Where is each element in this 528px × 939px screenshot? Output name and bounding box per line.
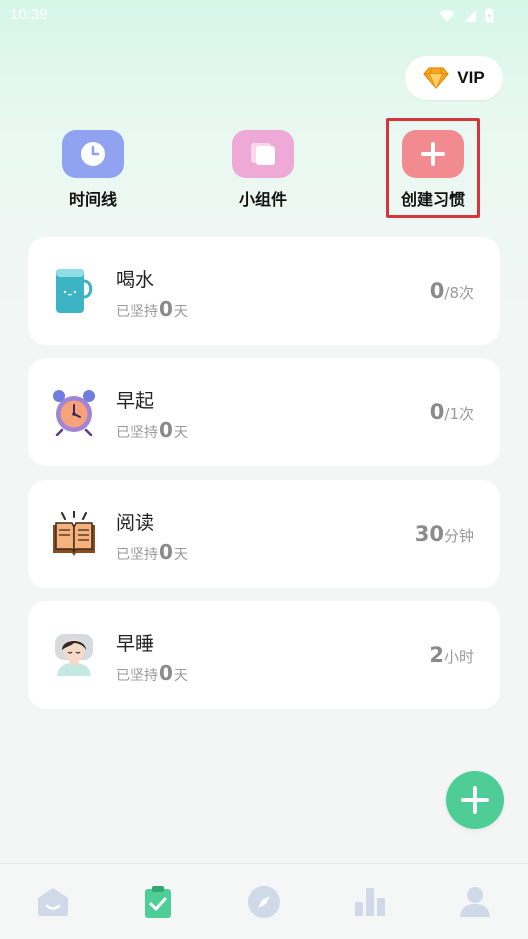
habit-card-water[interactable]: 喝水 已坚持 0 天 0 /8次 [28,237,500,345]
streak-suffix: 天 [173,547,188,563]
bottom-nav [0,863,528,939]
timeline-label: 时间线 [68,190,117,209]
habit-goal: 0 /8次 [430,279,474,303]
streak-prefix: 已坚持 [116,425,158,441]
bar-chart-icon [354,887,385,916]
streak-count: 0 [159,661,173,685]
goal-unit: 分钟 [443,527,474,545]
streak-count: 0 [159,540,173,564]
habit-icon-wrap [50,508,98,560]
streak-prefix: 已坚持 [116,668,158,684]
nav-habits[interactable] [106,864,212,939]
habit-name: 早睡 [116,633,155,655]
habit-name: 喝水 [116,269,155,291]
status-icons [439,8,494,23]
goal-unit: 小时 [443,648,474,666]
highlight-box [386,118,480,218]
cup-icon [56,269,93,313]
habit-streak: 已坚持 0 天 [116,661,188,685]
diamond-icon [423,67,449,89]
habit-streak: 已坚持 0 天 [116,418,188,442]
status-bar: 10:39 [0,0,528,32]
signal-icon [464,9,476,22]
habit-card-sleep[interactable]: 早睡 已坚持 0 天 2 小时 [28,601,500,709]
habit-goal: 0 /1次 [430,400,474,424]
timeline-button[interactable]: 时间线 [38,130,148,210]
streak-count: 0 [159,297,173,321]
nav-explore[interactable] [211,864,317,939]
widget-button[interactable]: 小组件 [208,130,318,210]
streak-prefix: 已坚持 [116,304,158,320]
vip-label: VIP [457,68,485,87]
goal-value: 0 [429,400,445,424]
wifi-icon [439,9,455,22]
streak-count: 0 [159,418,173,442]
habit-icon-wrap [50,386,98,438]
streak-suffix: 天 [173,304,188,320]
compass-icon [247,885,280,918]
profile-icon [460,886,491,917]
streak-suffix: 天 [173,425,188,441]
widget-icon [251,143,275,165]
clock-icon [81,142,105,166]
habit-icon-wrap [50,265,98,317]
status-time: 10:39 [10,6,48,23]
goal-value: 2 [429,643,444,667]
widget-label: 小组件 [238,190,287,209]
habit-card-early-rise[interactable]: 早起 已坚持 0 天 0 /1次 [28,358,500,466]
goal-value: 30 [414,522,444,546]
plus-icon [461,786,489,814]
timeline-icon-tile [62,130,124,178]
nav-home[interactable] [0,864,106,939]
habit-card-reading[interactable]: 阅读 已坚持 0 天 30 分钟 [28,480,500,588]
add-habit-fab[interactable] [446,771,504,829]
streak-suffix: 天 [173,668,188,684]
nav-profile[interactable] [422,864,528,939]
habit-name: 阅读 [116,512,155,534]
habit-icon-wrap [50,629,98,681]
habit-streak: 已坚持 0 天 [116,297,188,321]
alarm-clock-icon [53,390,95,436]
nav-statistics[interactable] [317,864,423,939]
home-icon [37,887,68,916]
book-icon [53,511,95,556]
sleeping-person-icon [55,634,93,676]
vip-button[interactable]: VIP [405,56,503,100]
goal-unit: /1次 [444,405,474,423]
goal-unit: /8次 [444,284,474,302]
habit-goal: 2 小时 [429,643,474,667]
habit-streak: 已坚持 0 天 [116,540,188,564]
clipboard-check-icon [145,885,172,918]
streak-prefix: 已坚持 [116,547,158,563]
habit-goal: 30 分钟 [415,522,474,546]
habit-name: 早起 [116,390,155,412]
goal-value: 0 [429,279,445,303]
battery-icon [485,8,494,23]
widget-icon-tile [232,130,294,178]
